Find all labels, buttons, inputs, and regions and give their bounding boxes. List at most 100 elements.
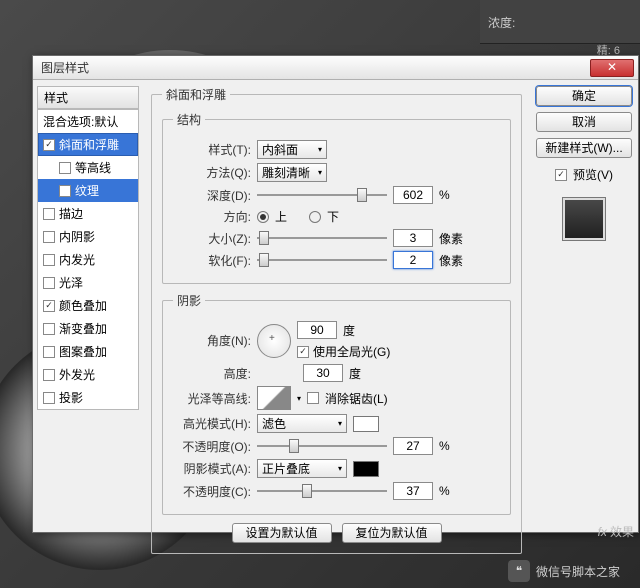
- sidebar-item-11[interactable]: 投影: [38, 386, 138, 409]
- gloss-contour-picker[interactable]: [257, 386, 291, 410]
- close-button[interactable]: ✕: [590, 59, 634, 77]
- size-slider[interactable]: [257, 230, 387, 246]
- sidebar-header[interactable]: 样式: [37, 86, 139, 109]
- sidebar-item-8[interactable]: 渐变叠加: [38, 317, 138, 340]
- style-label: 样式(T):: [173, 141, 251, 158]
- shadow-opacity-label: 不透明度(C):: [173, 483, 251, 500]
- bevel-legend: 斜面和浮雕: [162, 86, 230, 103]
- sidebar-item-label: 光泽: [59, 274, 83, 291]
- dialog-titlebar[interactable]: 图层样式 ✕: [33, 56, 638, 80]
- soften-slider[interactable]: [257, 252, 387, 268]
- depth-slider[interactable]: [257, 187, 387, 203]
- sidebar-list: 混合选项:默认 斜面和浮雕等高线纹理描边内阴影内发光光泽颜色叠加渐变叠加图案叠加…: [37, 109, 139, 410]
- depth-unit: %: [439, 188, 450, 202]
- sidebar-item-label: 内发光: [59, 251, 95, 268]
- sidebar-blend-options[interactable]: 混合选项:默认: [38, 110, 138, 133]
- soften-unit: 像素: [439, 252, 463, 269]
- soften-input[interactable]: 2: [393, 251, 433, 269]
- new-style-button[interactable]: 新建样式(W)...: [536, 138, 632, 158]
- sidebar-checkbox[interactable]: [43, 277, 55, 289]
- app-topbar: 浓度:: [480, 0, 640, 44]
- sidebar-item-label: 斜面和浮雕: [59, 136, 119, 153]
- sidebar-checkbox[interactable]: [43, 300, 55, 312]
- sidebar-checkbox[interactable]: [43, 346, 55, 358]
- highlight-mode-combo[interactable]: 滤色▾: [257, 414, 347, 433]
- highlight-opacity-input[interactable]: 27: [393, 437, 433, 455]
- sidebar-item-label: 纹理: [75, 182, 99, 199]
- set-default-button[interactable]: 设置为默认值: [232, 523, 332, 543]
- wechat-icon: ❝: [508, 560, 530, 582]
- altitude-input[interactable]: 30: [303, 364, 343, 382]
- sidebar-item-label: 图案叠加: [59, 343, 107, 360]
- sidebar-item-10[interactable]: 外发光: [38, 363, 138, 386]
- density-label: 浓度:: [488, 16, 515, 30]
- highlight-mode-label: 高光模式(H):: [173, 415, 251, 432]
- preview-checkbox[interactable]: [555, 169, 567, 181]
- sidebar-item-label: 投影: [59, 389, 83, 406]
- direction-down-radio[interactable]: [309, 211, 321, 223]
- sidebar-checkbox[interactable]: [43, 208, 55, 220]
- sidebar-item-0[interactable]: 斜面和浮雕: [38, 133, 138, 156]
- sidebar-item-label: 颜色叠加: [59, 297, 107, 314]
- sidebar-checkbox[interactable]: [59, 185, 71, 197]
- sidebar-item-label: 描边: [59, 205, 83, 222]
- direction-label: 方向:: [173, 208, 251, 225]
- sidebar-item-label: 内阴影: [59, 228, 95, 245]
- watermark: ❝ 微信号脚本之家: [508, 560, 620, 582]
- sidebar-item-label: 外发光: [59, 366, 95, 383]
- sidebar-item-label: 等高线: [75, 159, 111, 176]
- soften-label: 软化(F):: [173, 252, 251, 269]
- direction-up-radio[interactable]: [257, 211, 269, 223]
- shading-legend: 阴影: [173, 292, 205, 309]
- sidebar-checkbox[interactable]: [43, 139, 55, 151]
- sidebar-item-4[interactable]: 内阴影: [38, 225, 138, 248]
- shadow-color-swatch[interactable]: [353, 461, 379, 477]
- chevron-down-icon: ▾: [318, 168, 322, 177]
- dialog-title: 图层样式: [41, 59, 590, 76]
- technique-combo[interactable]: 雕刻清晰▾: [257, 163, 327, 182]
- cancel-button[interactable]: 取消: [536, 112, 632, 132]
- angle-input[interactable]: 90: [297, 321, 337, 339]
- sidebar-checkbox[interactable]: [59, 162, 71, 174]
- sidebar-item-3[interactable]: 描边: [38, 202, 138, 225]
- global-light-checkbox[interactable]: [297, 346, 309, 358]
- bevel-panel: 斜面和浮雕 结构 样式(T): 内斜面▾ 方法(Q): 雕刻清晰▾ 深度(D):: [143, 80, 530, 532]
- sidebar-item-7[interactable]: 颜色叠加: [38, 294, 138, 317]
- structure-legend: 结构: [173, 111, 205, 128]
- preview-swatch: [562, 197, 606, 241]
- depth-label: 深度(D):: [173, 187, 251, 204]
- sidebar-item-2[interactable]: 纹理: [38, 179, 138, 202]
- shadow-mode-combo[interactable]: 正片叠底▾: [257, 459, 347, 478]
- highlight-opacity-slider[interactable]: [257, 438, 387, 454]
- depth-input[interactable]: 602: [393, 186, 433, 204]
- highlight-opacity-label: 不透明度(O):: [173, 438, 251, 455]
- shadow-mode-label: 阴影模式(A):: [173, 460, 251, 477]
- dialog-right-column: 确定 取消 新建样式(W)... 预览(V): [530, 80, 638, 532]
- sidebar-item-9[interactable]: 图案叠加: [38, 340, 138, 363]
- size-input[interactable]: 3: [393, 229, 433, 247]
- sidebar-checkbox[interactable]: [43, 369, 55, 381]
- reset-default-button[interactable]: 复位为默认值: [342, 523, 442, 543]
- sidebar-item-6[interactable]: 光泽: [38, 271, 138, 294]
- shadow-opacity-slider[interactable]: [257, 483, 387, 499]
- chevron-down-icon: ▾: [318, 145, 322, 154]
- antialias-checkbox[interactable]: [307, 392, 319, 404]
- fx-indicator: fx 效果: [598, 523, 634, 540]
- angle-dial[interactable]: [257, 324, 291, 358]
- sidebar-checkbox[interactable]: [43, 231, 55, 243]
- sidebar-item-1[interactable]: 等高线: [38, 156, 138, 179]
- sidebar-checkbox[interactable]: [43, 254, 55, 266]
- highlight-color-swatch[interactable]: [353, 416, 379, 432]
- sidebar-checkbox[interactable]: [43, 392, 55, 404]
- layer-style-dialog: 图层样式 ✕ 样式 混合选项:默认 斜面和浮雕等高线纹理描边内阴影内发光光泽颜色…: [32, 55, 639, 533]
- shadow-opacity-input[interactable]: 37: [393, 482, 433, 500]
- sidebar-checkbox[interactable]: [43, 323, 55, 335]
- sidebar-item-5[interactable]: 内发光: [38, 248, 138, 271]
- sidebar-item-label: 渐变叠加: [59, 320, 107, 337]
- styles-sidebar: 样式 混合选项:默认 斜面和浮雕等高线纹理描边内阴影内发光光泽颜色叠加渐变叠加图…: [33, 80, 143, 532]
- size-unit: 像素: [439, 230, 463, 247]
- style-combo[interactable]: 内斜面▾: [257, 140, 327, 159]
- technique-label: 方法(Q):: [173, 164, 251, 181]
- ok-button[interactable]: 确定: [536, 86, 632, 106]
- angle-label: 角度(N):: [173, 332, 251, 349]
